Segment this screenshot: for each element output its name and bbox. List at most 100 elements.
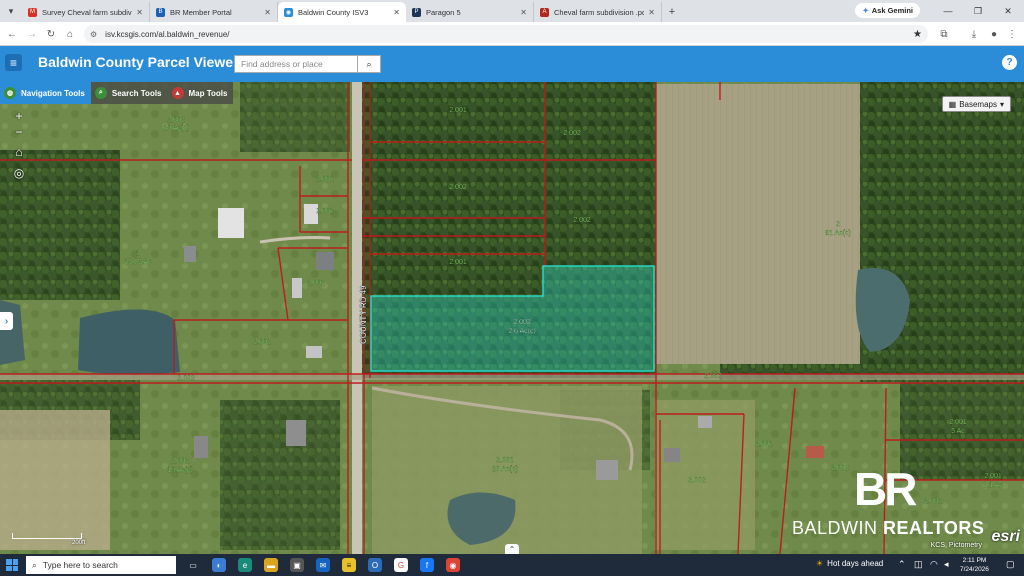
watermark-text-2: REALTORS — [883, 518, 985, 538]
parcel-label-area: 15.75 Ac — [124, 259, 152, 266]
sticky-notes-icon[interactable]: ≡ — [342, 558, 356, 572]
selected-parcel-area: 2.6 Ac(c) — [508, 328, 536, 335]
parcel-label: 2.001 — [316, 176, 334, 183]
minimize-icon[interactable]: — — [934, 0, 962, 22]
url-field[interactable]: ⚙ isv.kcsgis.com/al.baldwin_revenue/ ★ — [84, 25, 928, 43]
search-icon: ⌕ — [32, 559, 37, 570]
parcel-label: 2.001 — [449, 107, 467, 114]
parcel-label: 2 — [836, 221, 840, 228]
search-tools-button[interactable]: ⌕ Search Tools — [91, 82, 168, 104]
locate-icon[interactable]: ◎ — [10, 165, 28, 181]
map-tools-button[interactable]: ▲ Map Tools — [168, 82, 234, 104]
parcel-label-area: 5 Ac — [951, 428, 965, 435]
volume-icon[interactable]: ◂ — [944, 559, 949, 570]
navigation-tools-button[interactable]: ◍ Navigation Tools — [0, 82, 91, 104]
search-icon: ⌕ — [366, 58, 372, 69]
parcel-label-area: 81 Ac(c) — [825, 230, 851, 237]
search-tools-label: Search Tools — [111, 88, 162, 98]
ask-gemini-button[interactable]: ✦ Ask Gemini — [855, 3, 920, 18]
wifi-icon[interactable]: ◠ — [930, 559, 938, 570]
parcel-label: 2.001 — [307, 280, 325, 287]
profile-avatar[interactable]: ● — [986, 26, 1002, 42]
windows-start-icon[interactable] — [4, 557, 20, 573]
parcel-label: 2.002 — [688, 477, 706, 484]
url-text: isv.kcsgis.com/al.baldwin_revenue/ — [105, 29, 230, 39]
parcel-label-area: 20 Ac(c) — [492, 466, 518, 473]
close-tab-icon[interactable]: ✕ — [264, 8, 271, 17]
zoom-in-icon[interactable]: + — [10, 108, 28, 124]
windows-taskbar: ⌕ Type here to search ▭ ◐ e ▬ ▣ ✉ ≡ O G … — [0, 554, 1024, 576]
close-tab-icon[interactable]: ✕ — [648, 8, 655, 17]
tab-title: Cheval farm subdivision .pdf — [554, 7, 645, 17]
mail-icon[interactable]: ✉ — [316, 558, 330, 572]
close-window-icon[interactable]: ✕ — [994, 0, 1022, 22]
network-icon[interactable]: ◫ — [914, 559, 923, 570]
parcel-label: 2.001 — [316, 208, 334, 215]
search-button[interactable]: ⌕ — [357, 55, 381, 73]
map-tools-label: Map Tools — [188, 88, 228, 98]
close-tab-icon[interactable]: ✕ — [136, 8, 143, 17]
restore-icon[interactable]: ❐ — [964, 0, 992, 22]
home-icon[interactable]: ⌂ — [62, 26, 78, 42]
chrome-icon[interactable]: ◉ — [446, 558, 460, 572]
clock[interactable]: 2:11 PM 7/24/2026 — [960, 556, 989, 574]
weather-widget[interactable]: ☀ Hot days ahead — [816, 559, 883, 568]
site-info-icon[interactable]: ⚙ — [90, 30, 97, 39]
file-explorer-icon[interactable]: ▬ — [264, 558, 278, 572]
parcel-label-area: 20 Ac(c) — [163, 125, 189, 132]
baldwin-realtors-watermark: BR BALDWIN REALTORS — [790, 462, 1010, 540]
side-panel-toggle[interactable]: › — [0, 312, 13, 330]
close-tab-icon[interactable]: ✕ — [393, 8, 400, 17]
browser-tab-active[interactable]: ◉ Baldwin County ISV3 ✕ — [278, 2, 406, 22]
address-search-input[interactable] — [234, 55, 358, 73]
home-extent-icon[interactable]: ⌂ — [10, 144, 28, 160]
parcel-label: 2.001 — [755, 441, 773, 448]
forward-arrow-icon[interactable]: → — [24, 26, 40, 42]
chevron-down-icon: ▾ — [999, 99, 1004, 109]
bookmark-star-icon[interactable]: ★ — [913, 29, 922, 40]
tab-title: Survey Cheval farm subdivision — [42, 7, 132, 17]
browser-tab[interactable]: A Cheval farm subdivision .pdf ✕ — [534, 2, 662, 22]
google-icon[interactable]: G — [394, 558, 408, 572]
tray-icon[interactable]: ⌃ — [898, 559, 906, 570]
help-button[interactable]: ? — [1002, 55, 1017, 70]
browser-tab[interactable]: P Paragon 5 ✕ — [406, 2, 534, 22]
close-tab-icon[interactable]: ✕ — [520, 8, 527, 17]
tab-search-icon[interactable]: ▾ — [0, 0, 22, 22]
sun-icon: ☀ — [816, 559, 824, 568]
esri-logo: esri — [991, 528, 1020, 545]
extensions-icon[interactable]: ⧉ — [936, 26, 952, 42]
outlook-icon[interactable]: O — [368, 558, 382, 572]
tab-title: Baldwin County ISV3 — [298, 7, 369, 17]
back-arrow-icon[interactable]: ← — [4, 26, 20, 42]
facebook-icon[interactable]: f — [420, 558, 434, 572]
navigation-tools-label: Navigation Tools — [21, 88, 85, 98]
copilot-icon[interactable]: ◐ — [212, 558, 226, 572]
collapse-up-button[interactable]: ⌃ — [505, 544, 519, 554]
zoom-out-icon[interactable]: − — [10, 124, 28, 140]
browser-tab[interactable]: B BR Member Portal ✕ — [150, 2, 278, 22]
edge-icon[interactable]: e — [238, 558, 252, 572]
parcel-label: 2.002 — [563, 130, 581, 137]
download-icon[interactable]: ⤓ — [966, 26, 982, 42]
new-tab-button[interactable]: + — [662, 2, 682, 22]
task-view-icon[interactable]: ▭ — [186, 558, 200, 572]
ask-gemini-label: Ask Gemini — [871, 6, 913, 15]
notification-icon[interactable]: ▢ — [1006, 559, 1015, 570]
hamburger-menu-icon[interactable]: ≡ — [5, 54, 22, 71]
browser-tab[interactable]: M Survey Cheval farm subdivision ✕ — [22, 2, 150, 22]
parcel-label: 2.002 — [449, 184, 467, 191]
watermark-text-1: BALDWIN — [792, 518, 878, 538]
basemaps-button[interactable]: ▦ Basemaps ▾ — [941, 96, 1011, 112]
taskbar-search-placeholder: Type here to search — [42, 560, 118, 570]
menu-dots-icon[interactable]: ⋮ — [1004, 26, 1020, 42]
tab-title: BR Member Portal — [170, 7, 232, 17]
app-header: ≡ Baldwin County Parcel Viewer ⌕ ? — [0, 46, 1024, 82]
store-icon[interactable]: ▣ — [290, 558, 304, 572]
basemaps-label: Basemaps — [959, 99, 997, 109]
road-label: COUNTY RD 49 — [359, 285, 368, 344]
paragon-favicon-icon: P — [412, 7, 421, 17]
taskbar-search[interactable]: ⌕ Type here to search — [26, 556, 176, 574]
tab-title: Paragon 5 — [426, 7, 461, 17]
reload-icon[interactable]: ↻ — [43, 26, 59, 42]
